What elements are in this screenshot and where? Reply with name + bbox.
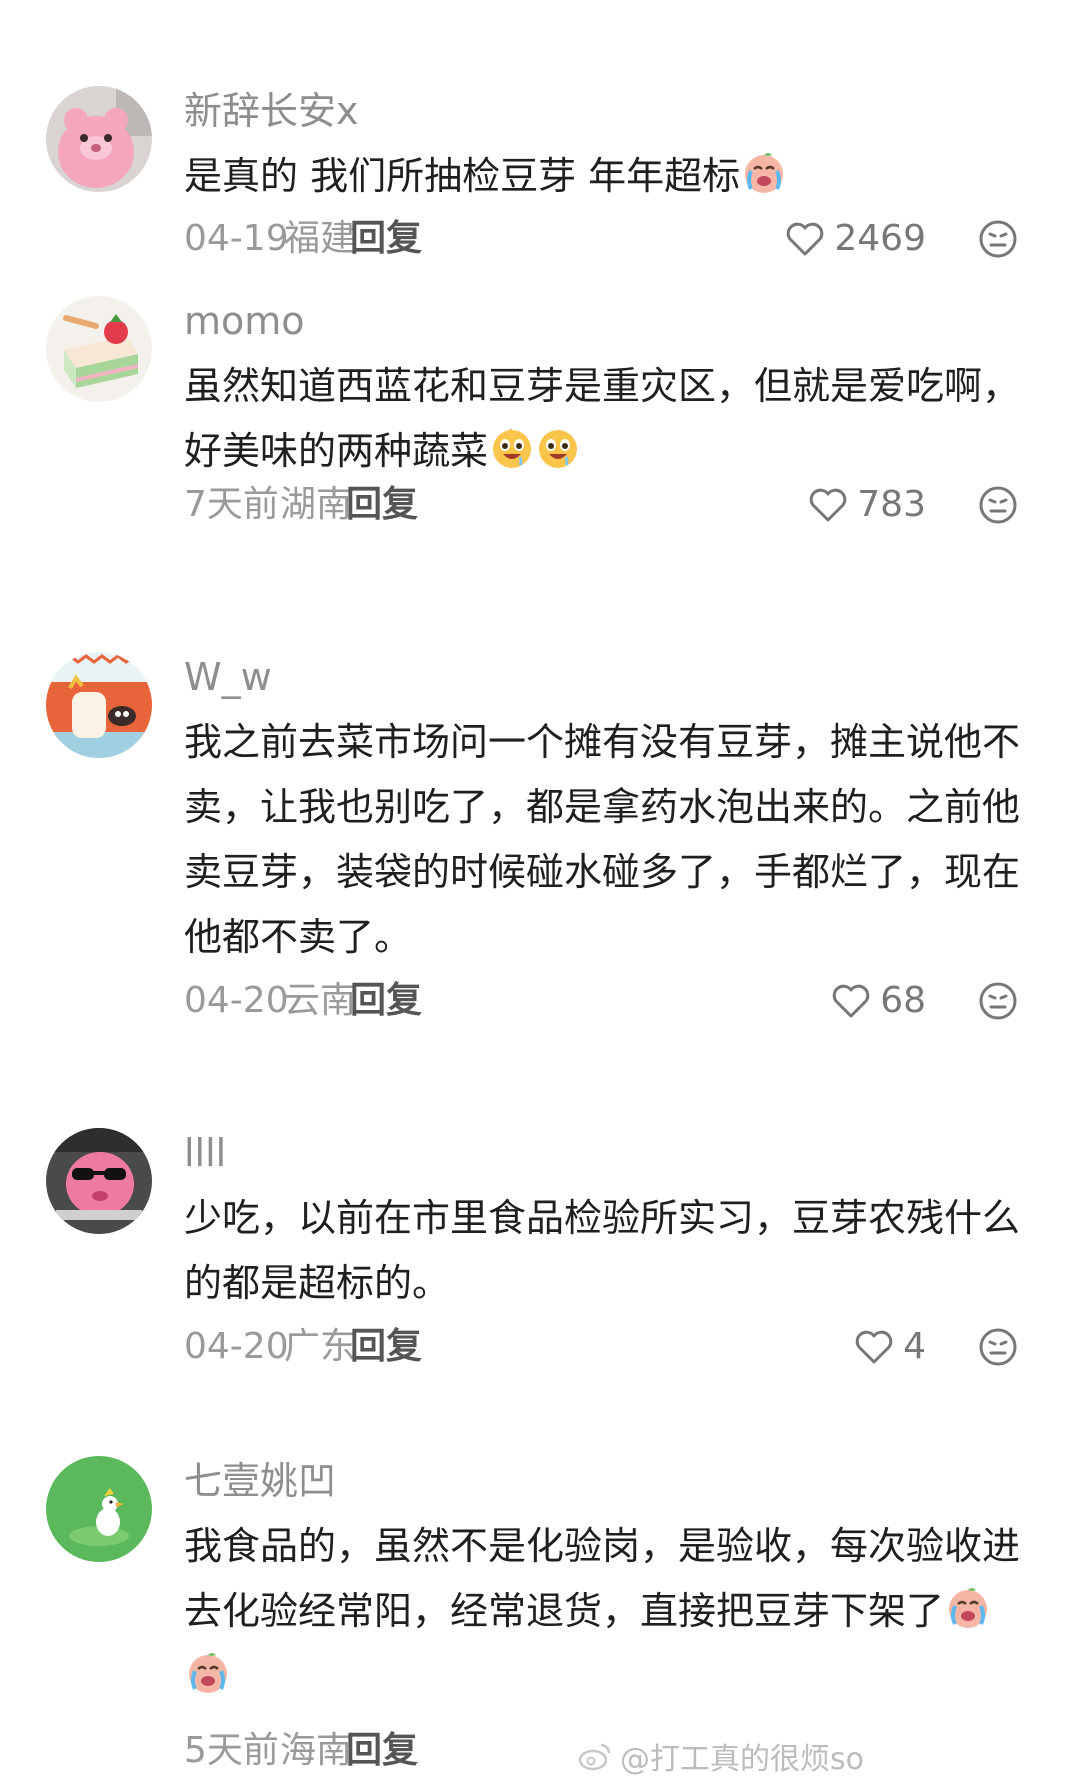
avatar-strawberry-cake-image: [46, 296, 152, 402]
comment-region: 云南: [284, 980, 357, 1021]
username[interactable]: llll: [184, 1128, 226, 1178]
heart-outline-icon: [810, 488, 847, 522]
like-count: 2469: [834, 218, 926, 259]
avatar[interactable]: [46, 652, 152, 758]
comment-meta: 04-19 福建 回复 2469: [184, 214, 1080, 264]
avatar-cartoon-image: [46, 652, 152, 758]
heart-outline-icon: [787, 222, 824, 256]
drooling-face-emoji: [536, 426, 580, 470]
crying-face-emoji: [946, 1586, 990, 1630]
comment-date: 04-20: [184, 1326, 289, 1367]
neutral-face-icon: [979, 982, 1017, 1020]
comment-text: 少吃，以前在市里食品检验所实习，豆芽农残什么的都是超标的。: [184, 1196, 1021, 1305]
comment-meta: 7天前 湖南 回复 783: [184, 480, 1080, 530]
reply-button[interactable]: 回复: [350, 1322, 422, 1372]
drooling-face-emoji: [490, 426, 534, 470]
like-button[interactable]: 2469: [784, 214, 926, 264]
comment-text: 是真的 我们所抽检豆芽 年年超标: [184, 144, 1024, 209]
react-button[interactable]: [978, 485, 1018, 525]
like-count: 68: [880, 980, 926, 1021]
comment-text: 我食品的，虽然不是化验岗，是验收，每次验收进去化验经常阳，经常退货，直接把豆芽下…: [184, 1514, 1024, 1709]
username[interactable]: 七壹姚凹: [184, 1456, 336, 1506]
reply-button[interactable]: 回复: [350, 976, 422, 1026]
like-count: 4: [903, 1326, 926, 1367]
avatar[interactable]: [46, 1128, 152, 1234]
reply-button[interactable]: 回复: [346, 480, 418, 530]
avatar[interactable]: [46, 1456, 152, 1562]
heart-outline-icon: [855, 1330, 893, 1364]
comment-region: 湖南: [280, 484, 353, 525]
avatar[interactable]: [46, 296, 152, 402]
comment-region: 海南: [280, 1730, 353, 1771]
watermark: @打工真的很烦so: [576, 1736, 864, 1777]
neutral-face-icon: [979, 486, 1017, 524]
heart-outline-icon: [832, 984, 870, 1018]
watermark-text: @打工真的很烦so: [620, 1742, 864, 1777]
like-button[interactable]: 68: [830, 976, 926, 1026]
comment-text-body: 我食品的，虽然不是化验岗，是验收，每次验收进去化验经常阳，经常退货，直接把豆芽下…: [184, 1524, 1021, 1633]
avatar-pink-bear-image: [46, 86, 152, 192]
comment-date: 04-20: [184, 980, 289, 1021]
like-button[interactable]: 783: [807, 480, 926, 530]
username[interactable]: W_w: [184, 652, 272, 702]
like-count: 783: [857, 484, 926, 525]
neutral-face-icon: [979, 220, 1017, 258]
neutral-face-icon: [979, 1328, 1017, 1366]
react-button[interactable]: [978, 981, 1018, 1021]
reply-button[interactable]: 回复: [346, 1726, 418, 1776]
react-button[interactable]: [978, 219, 1018, 259]
crying-face-emoji: [742, 151, 786, 195]
comment-date: 7天前: [184, 484, 279, 525]
comment-text: 虽然知道西蓝花和豆芽是重灾区，但就是爱吃啊，好美味的两种蔬菜: [184, 354, 1024, 484]
username[interactable]: 新辞长安x: [184, 86, 359, 136]
comment-date: 5天前: [184, 1730, 279, 1771]
comment-meta: 04-20 广东 回复 4: [184, 1322, 1080, 1372]
avatar-green-duck-image: [46, 1456, 152, 1562]
comment-meta: 04-20 云南 回复 68: [184, 976, 1080, 1026]
reply-button[interactable]: 回复: [350, 214, 422, 264]
comment-text-body: 虽然知道西蓝花和豆芽是重灾区，但就是爱吃啊，好美味的两种蔬菜: [184, 364, 1021, 473]
weibo-logo-icon: [578, 1743, 611, 1771]
comment-region: 福建: [284, 218, 357, 259]
like-button[interactable]: 4: [853, 1322, 926, 1372]
comment-region: 广东: [284, 1326, 357, 1367]
avatar[interactable]: [46, 86, 152, 192]
crying-face-emoji: [186, 1651, 230, 1695]
react-button[interactable]: [978, 1327, 1018, 1367]
username[interactable]: momo: [184, 296, 305, 346]
comment-text: 我之前去菜市场问一个摊有没有豆芽，摊主说他不卖，让我也别吃了，都是拿药水泡出来的…: [184, 720, 1021, 959]
comment-text-body: 是真的 我们所抽检豆芽 年年超标: [184, 154, 741, 198]
avatar-pink-character-sunglasses-image: [46, 1128, 152, 1234]
comment-date: 04-19: [184, 218, 289, 259]
